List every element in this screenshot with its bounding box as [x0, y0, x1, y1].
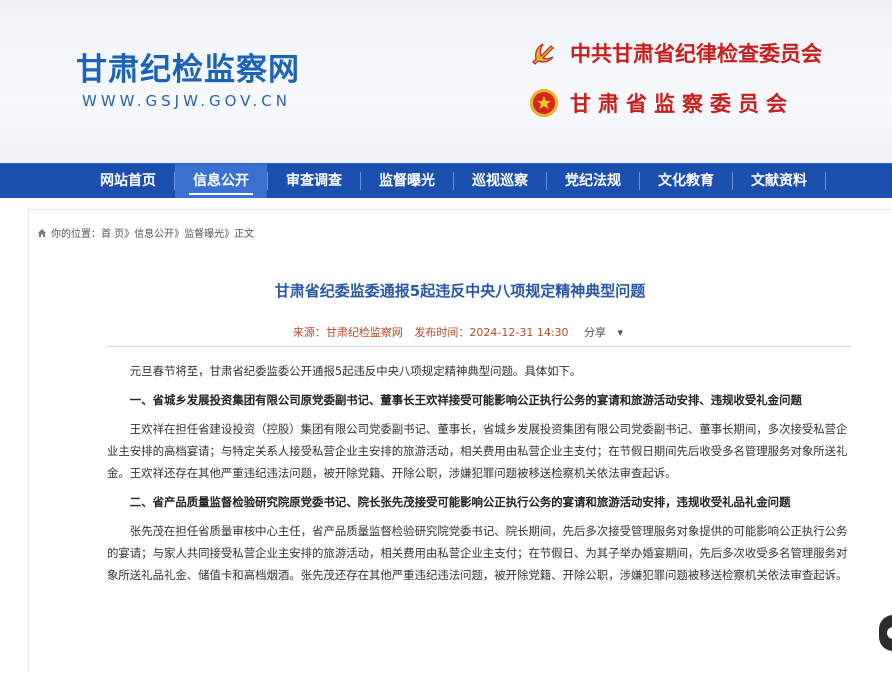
- home-icon: [38, 228, 46, 237]
- chevron-down-icon: ▾: [617, 326, 624, 339]
- site-title[interactable]: 甘肃纪检监察网: [76, 44, 300, 89]
- nav-culture-education[interactable]: 文化教育: [640, 164, 732, 198]
- nav-supervision-exposure[interactable]: 监督曝光: [361, 164, 453, 198]
- article-paragraph: 元旦春节将至，甘肃省纪委监委公开通报5起违反中央八项规定精神典型问题。具体如下。: [129, 364, 582, 378]
- nav-inspection[interactable]: 巡视巡察: [454, 164, 546, 198]
- breadcrumb-separator: 》: [224, 229, 235, 240]
- org-supervision-name: 甘肃省监察委员会: [570, 92, 794, 116]
- share-label: 分享: [584, 326, 607, 339]
- share-button[interactable]: 分享 ▾: [580, 326, 627, 339]
- org-supervision-row: 甘肃省监察委员会: [530, 88, 794, 118]
- divider: [107, 346, 852, 347]
- main-nav: 网站首页 信息公开 审查调查 监督曝光 巡视巡察 党纪法规 文化教育 文献资料: [0, 163, 892, 198]
- article-section-heading: 二、省产品质量监督检验研究院原党委书记、院长张先茂接受可能影响公正执行公务的宴请…: [129, 495, 791, 509]
- nav-divider: [825, 172, 826, 190]
- nav-home[interactable]: 网站首页: [82, 164, 174, 198]
- article-container: 你的位置： 首 页 》 信息公开 》 监督曝光 》 正文 甘肃省纪委监委通报5起…: [28, 209, 891, 673]
- article-section-heading: 一、省城乡发展投资集团有限公司原党委副书记、董事长王欢祥接受可能影响公正执行公务…: [129, 393, 802, 407]
- national-emblem-icon: [530, 89, 558, 117]
- org-commission-row: 中共甘肃省纪律检查委员会: [530, 38, 822, 68]
- browser-page: 甘肃纪检监察网 WWW.GSJW.GOV.CN 中共甘肃省纪律检查委员会 甘肃省…: [0, 0, 892, 673]
- party-emblem-icon: [530, 39, 558, 67]
- nav-info-disclosure[interactable]: 信息公开: [175, 164, 267, 198]
- breadcrumb-separator: 》: [174, 229, 185, 240]
- article-title: 甘肃省纪委监委通报5起违反中央八项规定精神典型问题: [274, 282, 646, 300]
- breadcrumb-sub[interactable]: 监督曝光: [184, 225, 224, 240]
- breadcrumb-prefix: 你的位置：: [51, 229, 101, 240]
- breadcrumb-separator: 》: [124, 229, 135, 240]
- site-url: WWW.GSJW.GOV.CN: [82, 92, 291, 110]
- article-meta: 来源：甘肃纪检监察网 发布时间：2024-12-31 14:30 分享 ▾: [29, 324, 891, 340]
- breadcrumb-current: 正文: [234, 229, 255, 240]
- breadcrumb-section[interactable]: 信息公开: [134, 225, 174, 240]
- nav-review-investigation[interactable]: 审查调查: [268, 164, 360, 198]
- org-commission-name: 中共甘肃省纪律检查委员会: [570, 42, 822, 66]
- article-body: 元旦春节将至，甘肃省纪委监委公开通报5起违反中央八项规定精神典型问题。具体如下。…: [107, 360, 852, 593]
- breadcrumb-home[interactable]: 首 页: [101, 225, 124, 240]
- article-paragraph: 张先茂在担任省质量审核中心主任，省产品质量监督检验研究院党委书记、院长期间，先后…: [107, 524, 848, 582]
- article-paragraph: 王欢祥在担任省建设投资（控股）集团有限公司党委副书记、董事长，省城乡发展投资集团…: [107, 422, 848, 480]
- nav-party-regulations[interactable]: 党纪法规: [547, 164, 639, 198]
- article-published: 发布时间：2024-12-31 14:30: [414, 326, 569, 339]
- nav-literature[interactable]: 文献资料: [733, 164, 825, 198]
- breadcrumb: 你的位置： 首 页 》 信息公开 》 监督曝光 》 正文: [37, 225, 254, 240]
- site-header: 甘肃纪检监察网 WWW.GSJW.GOV.CN 中共甘肃省纪律检查委员会 甘肃省…: [0, 0, 892, 163]
- article-source: 来源：甘肃纪检监察网: [292, 326, 403, 339]
